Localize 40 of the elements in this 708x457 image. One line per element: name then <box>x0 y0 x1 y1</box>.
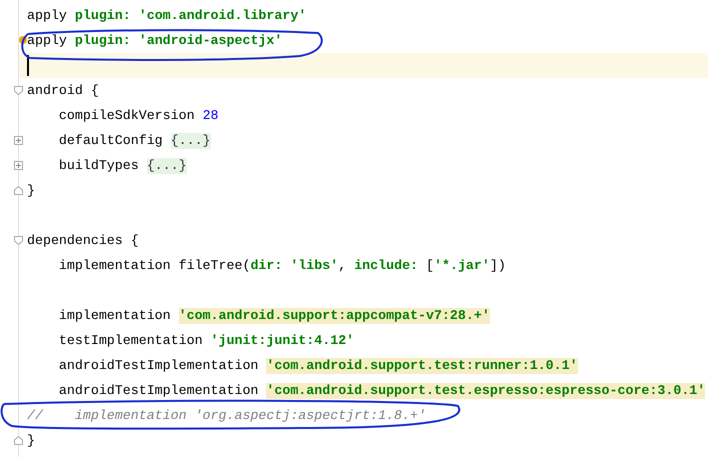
code-text: defaultConfig <box>58 132 164 148</box>
code-text: compileSdkVersion <box>58 108 196 124</box>
code-text: } <box>27 432 35 448</box>
code-text: [ <box>426 258 434 274</box>
folded-block: {...} <box>146 158 187 174</box>
fold-end-icon[interactable] <box>14 186 23 195</box>
highlighted-string: 'com.android.support.test.espresso:espresso-core:3.0.1' <box>266 382 706 398</box>
text-caret <box>27 55 29 76</box>
fold-icon[interactable] <box>14 86 23 95</box>
code-text: buildTypes <box>58 158 140 174</box>
code-text: implementation <box>58 308 172 324</box>
highlighted-string: 'com.android.support:appcompat-v7:28.+' <box>178 308 490 324</box>
code-string: '*.jar' <box>434 258 490 274</box>
code-text: , <box>338 258 348 274</box>
code-string: 'com.android.library' <box>138 8 306 24</box>
code-string: 'android-aspectjx' <box>138 32 282 48</box>
code-text: androidTestImplementation <box>58 358 260 374</box>
code-text: ]) <box>490 258 506 274</box>
code-number: 28 <box>202 108 219 124</box>
fold-end-icon[interactable] <box>14 436 23 445</box>
highlighted-string: 'com.android.support.test:runner:1.0.1' <box>266 358 578 374</box>
code-keyword: dir: <box>250 258 284 274</box>
folded-block: {...} <box>170 132 211 148</box>
expand-icon[interactable] <box>14 136 23 145</box>
code-keyword: plugin: <box>74 8 132 24</box>
code-text: androidTestImplementation <box>58 382 260 398</box>
code-text: dependencies { <box>27 232 139 248</box>
code-text: implementation fileTree( <box>58 258 250 274</box>
expand-icon[interactable] <box>14 161 23 170</box>
code-text: android { <box>27 82 99 98</box>
code-text: apply <box>27 8 68 24</box>
fold-icon[interactable] <box>14 236 23 245</box>
code-text: } <box>27 182 35 198</box>
code-comment: // implementation 'org.aspectj:aspectjrt:1.8.+' <box>27 408 426 424</box>
code-text: apply <box>27 32 68 48</box>
code-keyword: plugin: <box>74 32 132 48</box>
code-string: 'libs' <box>290 258 338 274</box>
code-keyword: include: <box>354 258 420 274</box>
code-string: 'junit:junit:4.12' <box>210 332 354 348</box>
code-text: testImplementation <box>58 332 204 348</box>
